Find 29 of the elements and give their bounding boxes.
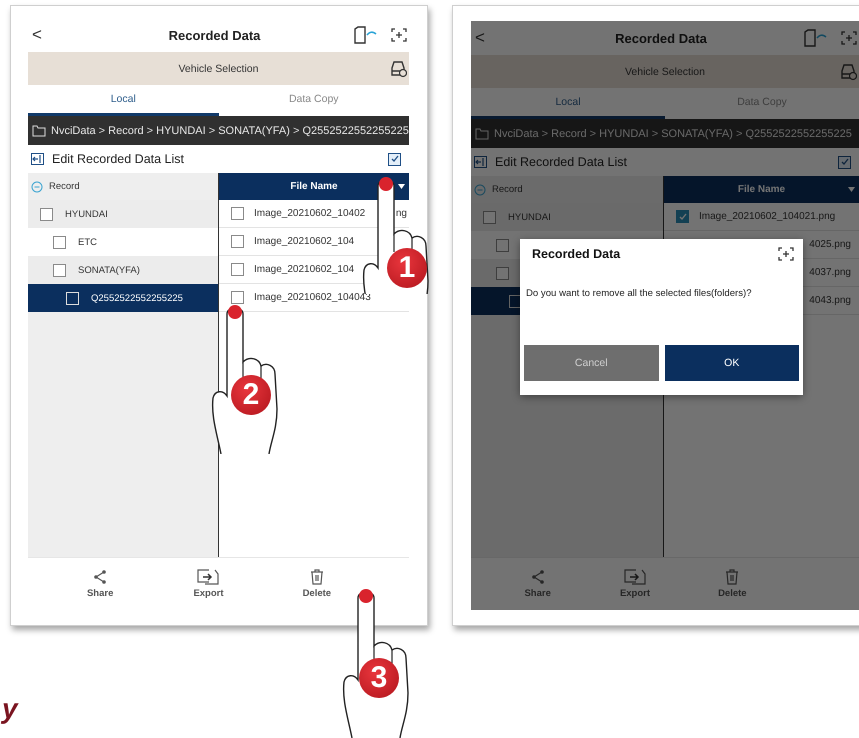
folder-path: NvciData > Record > HYUNDAI > SONATA(YFA) > Q2552522552255225 <box>494 128 852 140</box>
column-title: File Name <box>290 181 338 192</box>
tree-root-label: Record <box>492 184 523 195</box>
file-name: Image_20210602_104 <box>254 236 354 247</box>
file-name: 4037.png <box>809 267 851 278</box>
file-name: 4043.png <box>809 295 851 306</box>
dialog-title: Recorded Data <box>532 247 620 261</box>
file-name: Image_20210602_10402 <box>254 208 366 219</box>
file-name: Image_20210602_104021.png <box>699 211 836 222</box>
vehicle-selection-label: Vehicle Selection <box>625 66 705 78</box>
tree-item-label: ETC <box>78 236 97 248</box>
folder-path: NvciData > Record > HYUNDAI > SONATA(YFA) > Q2552522552255225 <box>51 124 409 136</box>
column-title: File Name <box>738 184 786 195</box>
edit-list-title: Edit Recorded Data List <box>495 155 628 169</box>
edit-list-title: Edit Recorded Data List <box>52 152 186 166</box>
vehicle-selection-label: Vehicle Selection <box>178 62 258 74</box>
tree-item-label: SONATA(YFA) <box>78 264 140 276</box>
file-name: 4025.png <box>809 239 851 250</box>
screen-title: Recorded Data <box>168 28 262 42</box>
screen-title: Recorded Data <box>614 30 708 46</box>
file-name: ng <box>396 208 407 219</box>
file-name: Image_20210602_104043 <box>254 292 371 303</box>
file-name: Image_20210602_104 <box>254 264 354 275</box>
tree-item-label: HYUNDAI <box>65 208 108 220</box>
tree-item-label: HYUNDAI <box>508 212 551 222</box>
tree-item-label: Q2552522552255225 <box>91 292 183 304</box>
dialog-message: Do you want to remove all the selected files(folders)? <box>526 288 753 299</box>
text-fragment: y <box>0 693 20 725</box>
tree-root-label: Record <box>49 181 80 192</box>
